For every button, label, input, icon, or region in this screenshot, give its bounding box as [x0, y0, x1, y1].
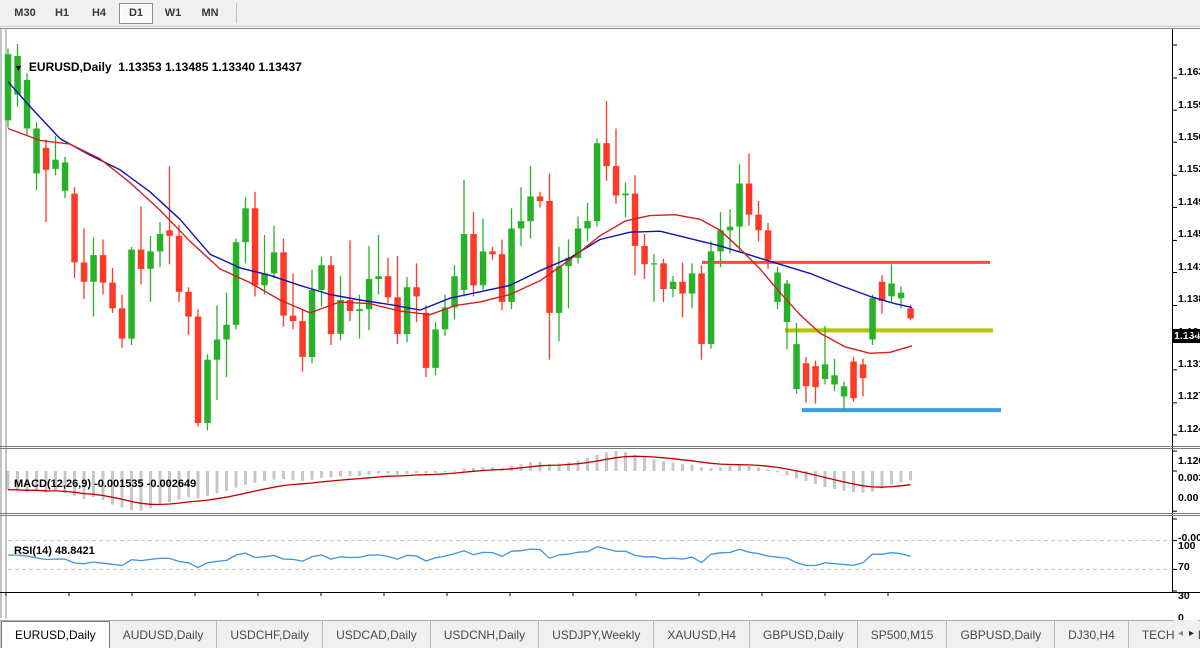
symbol-tab-gbpusd-daily[interactable]: GBPUSD,Daily	[947, 621, 1055, 648]
timeframe-button-mn[interactable]: MN	[193, 3, 227, 24]
price-tick-label: 1.13480	[1178, 326, 1200, 338]
price-tick-label: 1.14550	[1178, 228, 1200, 240]
macd-indicator-label: MACD(12,26,9) -0.001535 -0.002649	[14, 478, 196, 490]
price-tick-label: 1.13130	[1178, 358, 1200, 370]
rsi-tick-label: 30	[1178, 590, 1190, 602]
rsi-tick-label: 70	[1178, 561, 1190, 573]
price-tick-label: 1.12780	[1178, 390, 1200, 402]
chart-title: ▼ EURUSD,Daily 1.13353 1.13485 1.13340 1.…	[14, 60, 302, 74]
price-tick-label: 1.12070	[1178, 455, 1200, 467]
price-tick-label: 1.12420	[1178, 423, 1200, 435]
symbol-tab-xauusd-h4[interactable]: XAUUSD,H4	[654, 621, 750, 648]
symbol-tab-gbpusd-daily[interactable]: GBPUSD,Daily	[750, 621, 858, 648]
timeframe-button-d1[interactable]: D1	[119, 3, 153, 24]
timeframe-button-w1[interactable]: W1	[156, 3, 190, 24]
chart-ohlc-values: 1.13353 1.13485 1.13340 1.13437	[118, 60, 302, 74]
symbol-tab-usdcnh-daily[interactable]: USDCNH,Daily	[431, 621, 539, 648]
symbol-tab-usdjpy-weekly[interactable]: USDJPY,Weekly	[539, 621, 654, 648]
timeframe-button-h4[interactable]: H4	[82, 3, 116, 24]
symbol-tab-usdchf-daily[interactable]: USDCHF,Daily	[217, 621, 323, 648]
collapse-triangle-icon[interactable]: ▼	[14, 63, 23, 73]
macd-tick-label: 0.00	[1178, 492, 1198, 504]
symbol-tab-sp500-m15[interactable]: SP500,M15	[858, 621, 948, 648]
toolbar-separator	[236, 3, 237, 23]
macd-tick-label: 0.003216	[1178, 472, 1200, 484]
chart-symbol-label: EURUSD,Daily	[29, 60, 112, 74]
tab-scroll-arrows: ◂ ▸	[1174, 620, 1198, 647]
rsi-tick-label: 100	[1178, 540, 1196, 552]
price-tick-label: 1.15610	[1178, 131, 1200, 143]
symbol-tab-bar: EURUSD,DailyAUDUSD,DailyUSDCHF,DailyUSDC…	[0, 620, 1200, 648]
symbol-tab-usdcad-daily[interactable]: USDCAD,Daily	[323, 621, 431, 648]
price-tick-label: 1.16320	[1178, 66, 1200, 78]
timeframe-toolbar: M30H1H4D1W1MN	[0, 0, 1200, 27]
price-tick-label: 1.13840	[1178, 293, 1200, 305]
tab-scroll-right-icon[interactable]: ▸	[1189, 628, 1194, 639]
price-tick-label: 1.15960	[1178, 99, 1200, 111]
rsi-indicator-label: RSI(14) 48.8421	[14, 545, 95, 557]
tab-scroll-left-icon[interactable]: ◂	[1178, 628, 1183, 639]
chart-window[interactable]: ▼ EURUSD,Daily 1.13353 1.13485 1.13340 1.…	[0, 27, 1200, 620]
symbol-tab-eurusd-daily[interactable]: EURUSD,Daily	[1, 621, 110, 648]
chart-canvas[interactable]	[0, 27, 1200, 620]
symbol-tab-dj30-h4[interactable]: DJ30,H4	[1055, 621, 1129, 648]
timeframe-button-m30[interactable]: M30	[8, 3, 42, 24]
price-tick-label: 1.14900	[1178, 196, 1200, 208]
price-tick-label: 1.14190	[1178, 261, 1200, 273]
symbol-tab-audusd-daily[interactable]: AUDUSD,Daily	[110, 621, 218, 648]
timeframe-button-h1[interactable]: H1	[45, 3, 79, 24]
price-tick-label: 1.15260	[1178, 163, 1200, 175]
